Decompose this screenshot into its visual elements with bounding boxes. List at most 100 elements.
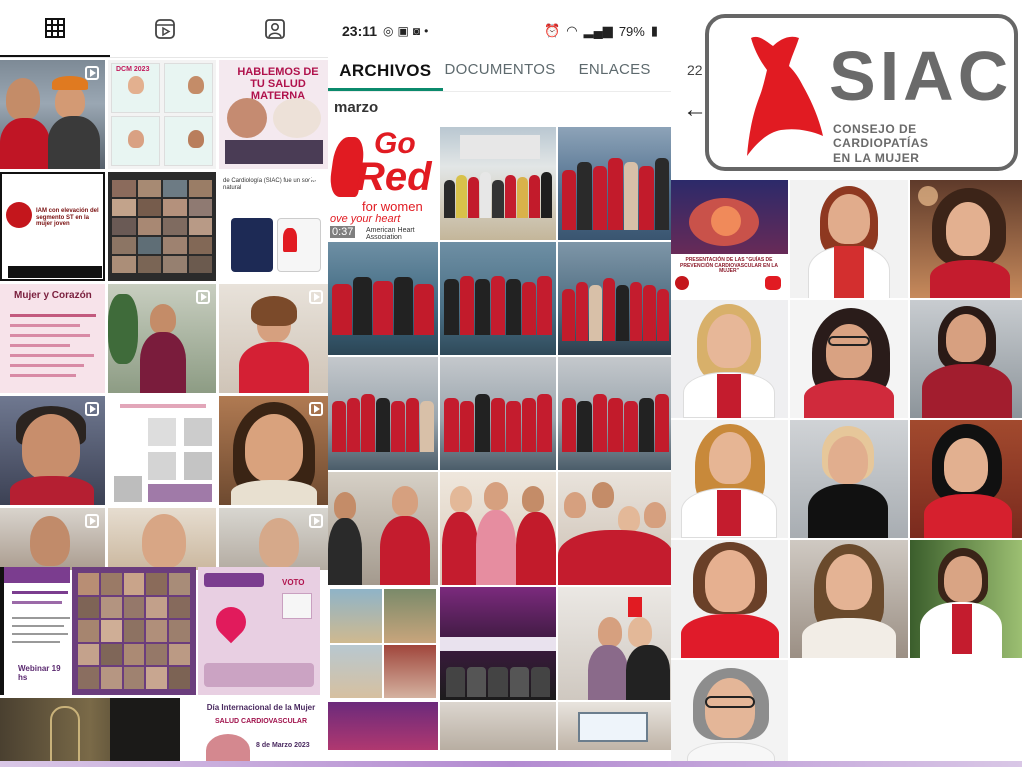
media-thumbnail[interactable] [558,357,672,470]
bottom-edge-bar [0,761,1022,767]
post-tile[interactable]: Mujer y Corazón [0,284,105,393]
month-header: marzo [334,99,379,116]
flyer-text: de Cardiología (SIAC) fue un socio natur… [223,178,316,191]
siac-portrait-grid: PRESENTACIÓN DE LAS "GUÍAS DE PREVENCIÓN… [671,180,1022,767]
siac-tagline-line2: EN LA MUJER [833,150,920,165]
group-photo [444,388,553,452]
post-tile[interactable] [219,396,329,505]
post-tile[interactable] [108,172,216,281]
post-tile[interactable] [790,180,908,298]
post-tile[interactable] [108,508,216,570]
presentation-title: PRESENTACIÓN DE LAS "GUÍAS DE PREVENCIÓN… [680,257,778,274]
status-bar: 23:11 ◎ ▣ ◙ • ⏰ ◠ ▂▄▆ 79% ▮ [328,14,672,48]
post-tile[interactable]: HABLEMOS DE TU SALUD MATERNA [219,60,329,169]
post-tile[interactable]: IAM con elevación del segmento ST en la … [0,172,105,281]
post-tile[interactable] [671,300,788,418]
post-tile[interactable]: PRESENTACIÓN DE LAS "GUÍAS DE PREVENCIÓN… [671,180,788,298]
reel-indicator-icon [196,290,210,304]
whatsapp-media-panel: 23:11 ◎ ▣ ◙ • ⏰ ◠ ▂▄▆ 79% ▮ ARCHIVOS DOC… [328,0,672,767]
group-photo [332,271,434,335]
event-title: Día Internacional de la Mujer [206,703,316,712]
post-tile[interactable]: VOTO [198,567,320,695]
post-tile[interactable] [671,660,788,767]
carousel-indicator-icon [85,180,97,192]
post-tile[interactable] [0,698,180,767]
media-thumbnail[interactable]: Go Red for women ove your heart 0:37 Ame… [328,127,438,240]
media-thumbnail[interactable] [328,702,438,750]
battery-percent: 79% [618,23,645,39]
instagram-profile-panel: DCM 2023 HABLEMOS DE TU SALUD MATERNA IA… [0,0,330,767]
whatsapp-icon: ◎ [383,24,394,38]
post-tile[interactable] [790,420,908,538]
post-tile[interactable] [0,60,105,169]
post-tile[interactable] [0,396,105,505]
partial-time: 22 [687,62,703,78]
post-tile[interactable]: Día Internacional de la Mujer SALUD CARD… [196,698,326,767]
media-thumbnail[interactable] [440,127,556,240]
post-tile[interactable]: DCM 2023 [108,60,216,169]
post-tile[interactable]: de Cardiología (SIAC) fue un socio natur… [219,172,329,281]
siac-tagline: CONSEJO DE CARDIOPATÍAS EN LA MUJER [833,122,1014,165]
media-thumbnail[interactable] [440,587,556,700]
reel-indicator-icon [85,402,99,416]
go-red-line2: Red [356,155,432,199]
post-tile[interactable] [108,396,216,505]
post-tile[interactable] [0,508,105,570]
signal-icon: ▂▄▆ [583,23,613,38]
reel-indicator-icon [309,514,323,528]
wifi-icon: ◠ [566,23,578,38]
group-photo [562,150,669,230]
post-tile[interactable] [108,284,216,393]
tab-posts[interactable] [0,0,110,57]
profile-post-grid: DCM 2023 HABLEMOS DE TU SALUD MATERNA IA… [0,60,330,570]
media-thumbnail[interactable] [440,357,556,470]
post-tile[interactable] [72,567,196,695]
post-tile[interactable] [910,420,1022,538]
media-thumbnail[interactable] [558,472,672,585]
media-thumbnail[interactable] [440,472,556,585]
notification-icons: ◎ ▣ ◙ • [383,24,428,38]
siac-header: 22 ← SIAC CONSEJO DE CARDIOPATÍAS EN LA … [671,0,1022,178]
post-tile[interactable] [671,540,788,658]
siac-wordmark: SIAC [829,37,1013,115]
screenshot-collage: DCM 2023 HABLEMOS DE TU SALUD MATERNA IA… [0,0,1022,767]
reel-indicator-icon [85,66,99,80]
tab-tagged[interactable] [220,0,330,57]
media-thumbnail[interactable] [328,587,438,700]
tab-reels[interactable] [110,0,220,57]
instagram-icon: ◙ [412,24,421,38]
media-thumbnail[interactable] [328,357,438,470]
post-tile[interactable] [219,508,329,570]
post-tile[interactable] [671,420,788,538]
tagged-icon [265,18,285,39]
media-thumbnail[interactable] [328,472,438,585]
reel-indicator-icon [309,178,323,192]
flyer-title: DCM 2023 [116,66,150,73]
post-tile[interactable] [910,180,1022,298]
media-thumbnail[interactable] [558,127,672,240]
media-thumbnail[interactable] [558,587,672,700]
red-dress-icon [747,36,823,156]
media-thumbnail[interactable] [328,242,438,355]
status-time: 23:11 [342,23,378,39]
reel-indicator-icon [85,514,99,528]
siac-tagline-line1: CONSEJO DE CARDIOPATÍAS [833,122,929,151]
post-tile[interactable] [219,284,329,393]
media-thumbnail[interactable] [558,242,672,355]
tab-documentos[interactable]: DOCUMENTOS [443,52,558,91]
post-tile[interactable] [910,540,1022,658]
post-tile[interactable] [910,300,1022,418]
event-date: 8 de Marzo 2023 [256,742,310,749]
post-tile[interactable] [790,300,908,418]
webinar-label: Webinar 19 hs [18,664,61,682]
tab-enlaces[interactable]: ENLACES [557,52,672,91]
event-subtitle: SALUD CARDIOVASCULAR [214,718,308,725]
media-thumbnail[interactable] [558,702,672,750]
group-photo [444,269,553,335]
post-tile[interactable] [790,540,908,658]
tab-archivos[interactable]: ARCHIVOS [328,52,443,91]
post-tile[interactable]: Webinar 19 hs [0,567,70,695]
media-thumbnail[interactable] [440,242,556,355]
media-thumbnail[interactable] [440,702,556,750]
back-arrow-icon[interactable]: ← [683,96,707,124]
